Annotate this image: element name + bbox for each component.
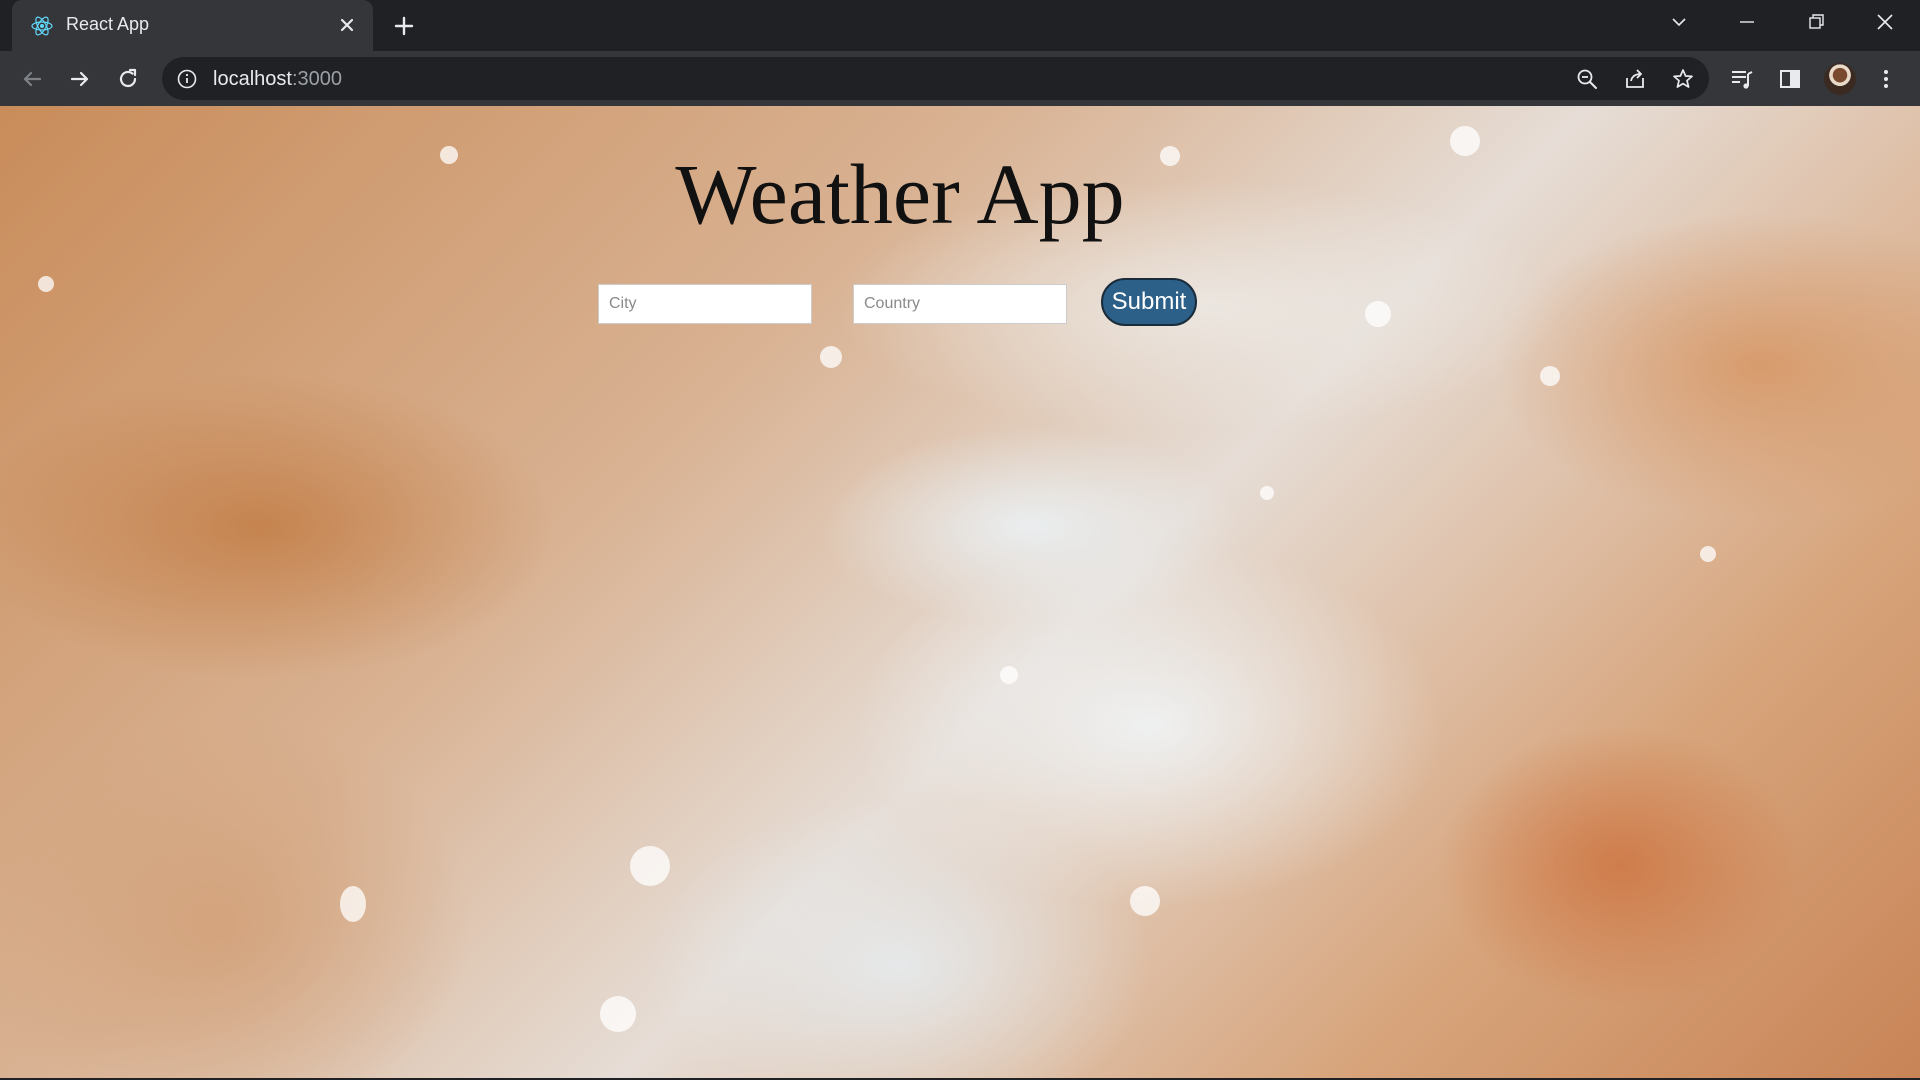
arrow-right-icon[interactable] [64, 63, 96, 95]
sparkle [600, 996, 636, 1032]
minimize-icon[interactable] [1727, 8, 1767, 36]
url-host: localhost [213, 68, 292, 90]
star-icon[interactable] [1670, 66, 1696, 92]
side-panel-icon[interactable] [1774, 63, 1806, 95]
plus-icon[interactable] [390, 12, 418, 40]
submit-button[interactable]: Submit [1101, 278, 1197, 326]
sparkle [1130, 886, 1160, 916]
sparkle [1700, 546, 1716, 562]
sparkle [1000, 666, 1018, 684]
url-port: :3000 [291, 68, 342, 90]
page-viewport: Weather App Submit [0, 106, 1920, 1080]
close-icon[interactable] [335, 13, 359, 37]
sparkle [1365, 301, 1391, 327]
avatar[interactable] [1824, 63, 1856, 95]
country-input[interactable] [853, 284, 1067, 324]
page-title: Weather App [675, 146, 1125, 242]
share-icon[interactable] [1622, 66, 1648, 92]
arrow-left-icon[interactable] [16, 63, 48, 95]
tab-strip: React App [0, 0, 1920, 51]
address-bar[interactable]: localhost:3000 [162, 57, 1709, 100]
sparkle [1540, 366, 1560, 386]
react-icon [30, 14, 54, 38]
sparkle [1260, 486, 1274, 500]
zoom-out-icon[interactable] [1574, 66, 1600, 92]
restore-icon[interactable] [1796, 8, 1836, 36]
sparkle [38, 276, 54, 292]
reload-icon[interactable] [112, 63, 144, 95]
chevron-down-icon[interactable] [1659, 8, 1699, 36]
sparkle [630, 846, 670, 886]
info-icon[interactable] [176, 68, 198, 90]
url-text[interactable]: localhost:3000 [213, 68, 342, 91]
sparkle [340, 886, 366, 922]
browser-toolbar: localhost:3000 [0, 51, 1920, 106]
sparkle [820, 346, 842, 368]
kebab-menu-icon[interactable] [1870, 63, 1902, 95]
tab-title: React App [66, 14, 150, 34]
media-queue-icon[interactable] [1726, 63, 1758, 95]
city-input[interactable] [598, 284, 812, 324]
browser-tab[interactable]: React App [12, 0, 373, 51]
close-icon[interactable] [1865, 8, 1905, 36]
